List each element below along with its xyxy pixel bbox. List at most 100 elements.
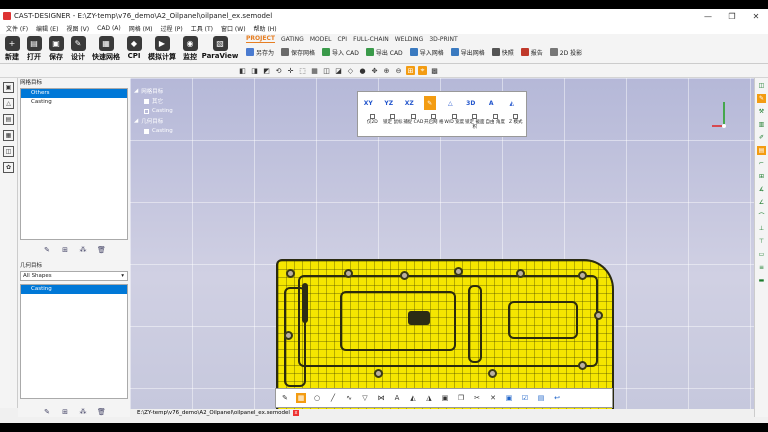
option-lock-section[interactable]: 锁定 截面积 [465, 114, 486, 130]
pan-icon[interactable]: ✥ [370, 66, 379, 75]
casting-model[interactable] [276, 259, 614, 409]
checkbox[interactable] [144, 128, 149, 134]
tab-project[interactable]: PROJECT [246, 35, 275, 43]
option-snap-cad[interactable]: 捕捉 CAD [403, 114, 424, 130]
option-free-angle[interactable]: 自由 角度 [485, 114, 506, 130]
trim-icon[interactable]: ✂ [472, 393, 482, 403]
pencil-icon[interactable]: ✎ [280, 393, 290, 403]
view-xz-button[interactable]: XZ [403, 96, 416, 110]
edit-shape-icon[interactable]: ✐ [757, 133, 766, 142]
view-yz-button[interactable]: YZ [383, 96, 396, 110]
close-file-button[interactable]: x [292, 410, 299, 416]
import-mesh-button[interactable]: 导入网格 [409, 48, 444, 57]
maximize-button[interactable]: ❐ [720, 12, 744, 21]
checkbox[interactable] [144, 98, 149, 104]
save-as-button[interactable]: 另存为 [246, 48, 274, 57]
checkbox[interactable] [431, 114, 437, 119]
check-icon[interactable]: ☑ [520, 393, 530, 403]
measure-icon[interactable]: △ [444, 96, 457, 110]
import-cad-button[interactable]: 导入 CAD [322, 48, 359, 57]
option-lock-mouse[interactable]: 锁定 鼠标 [383, 114, 404, 130]
add-icon[interactable]: ⊞ [61, 408, 69, 416]
merge-icon[interactable]: ⋈ [376, 393, 386, 403]
runner-icon[interactable]: ∡ [757, 185, 766, 194]
shape-icon[interactable]: ◮ [424, 393, 434, 403]
gate-icon[interactable]: ⊞ [757, 172, 766, 181]
design-button[interactable]: ✎ 设计 [68, 34, 88, 63]
view-cube-icon[interactable]: ◧ [238, 66, 247, 75]
option-mesh-on[interactable]: 开启网 格 [424, 114, 445, 130]
sketch-mode-icon[interactable]: ✎ [423, 96, 436, 110]
projection-2d-button[interactable]: 2D 投影 [549, 48, 582, 57]
delete-icon[interactable]: 🗑 [97, 408, 106, 416]
cross-icon[interactable]: ✕ [488, 393, 498, 403]
box-icon[interactable]: ▭ [757, 250, 766, 259]
snapshot-button[interactable]: 快照 [491, 48, 514, 57]
option-z-mode[interactable]: Z 模式 [506, 114, 527, 130]
menu-window[interactable]: 窗口 (W) [221, 24, 246, 33]
base-icon[interactable]: ▬ [757, 276, 766, 285]
tree-item[interactable]: Casting [134, 126, 173, 136]
active-tool-icon[interactable]: ▤ [757, 146, 766, 155]
option-wd-width[interactable]: W/D 宽度 [444, 114, 465, 130]
menu-help[interactable]: 帮助 (H) [254, 24, 277, 33]
view-3d-icon[interactable]: 3D [465, 96, 478, 110]
close-button[interactable]: ✕ [744, 12, 768, 21]
undo-icon[interactable]: ↩ [552, 393, 562, 403]
delete-icon[interactable]: 🗑 [97, 246, 106, 254]
layout-icon[interactable]: ◫ [3, 146, 14, 157]
edit-icon[interactable]: ✎ [43, 408, 51, 416]
riser-icon[interactable]: ∠ [757, 198, 766, 207]
cube-icon[interactable]: ◫ [757, 81, 766, 90]
save-button[interactable]: ▣ 保存 [46, 34, 66, 63]
export-mesh-button[interactable]: 导出网格 [450, 48, 485, 57]
select-icon[interactable]: ⌖ [418, 66, 427, 75]
palette-icon[interactable]: ▩ [430, 66, 439, 75]
report-button[interactable]: 报告 [520, 48, 543, 57]
tab-welding[interactable]: WELDING [395, 36, 424, 43]
minimize-button[interactable]: — [696, 12, 720, 21]
checkbox[interactable] [390, 114, 396, 119]
edit-icon[interactable]: ✎ [43, 246, 51, 254]
3d-viewport[interactable]: ◢ 网格目标 其它 Casting ◢ 几何目标 Casting XY YZ XZ … [130, 78, 754, 409]
checkbox[interactable] [410, 114, 416, 119]
view-top-icon[interactable]: ◩ [262, 66, 271, 75]
sketch-tool-icon[interactable]: ▦ [296, 393, 306, 403]
checkbox[interactable] [492, 114, 498, 119]
open-button[interactable]: ▤ 打开 [24, 34, 44, 63]
rotate-icon[interactable]: ⟲ [274, 66, 283, 75]
menu-process[interactable]: 过程 (P) [161, 24, 183, 33]
zoom-window-icon[interactable]: ⊞ [406, 66, 415, 75]
paste-icon[interactable]: ▤ [536, 393, 546, 403]
tab-gating[interactable]: GATING [281, 36, 304, 43]
checkbox[interactable] [472, 114, 478, 119]
list-item[interactable]: Others [21, 89, 127, 98]
menu-view[interactable]: 视图 (V) [66, 24, 89, 33]
cpi-button[interactable]: ◆ CPI [124, 34, 144, 63]
vent-icon[interactable]: ⊤ [757, 237, 766, 246]
tree-item[interactable]: Casting [134, 106, 173, 116]
view-front-icon[interactable]: ◨ [250, 66, 259, 75]
table-icon[interactable]: ▤ [3, 114, 14, 125]
tree-geometry-group[interactable]: ◢ 几何目标 [134, 116, 173, 126]
save-sketch-icon[interactable]: ▣ [504, 393, 514, 403]
simulate-button[interactable]: ▶ 模拟计算 [146, 34, 178, 63]
export-cad-button[interactable]: 导出 CAD [365, 48, 403, 57]
tool-icon[interactable]: ⚒ [757, 107, 766, 116]
stack-icon[interactable]: ≡ [757, 263, 766, 272]
paraview-button[interactable]: ▧ ParaView [202, 34, 238, 63]
circle-icon[interactable]: ○ [312, 393, 322, 403]
menu-mesh[interactable]: 网格 (M) [129, 24, 153, 33]
fit-icon[interactable]: ⬚ [298, 66, 307, 75]
layer-icon[interactable]: ▣ [440, 393, 450, 403]
checkbox[interactable] [513, 114, 519, 119]
shade-icon[interactable]: ◪ [334, 66, 343, 75]
geometry-icon[interactable]: △ [3, 98, 14, 109]
sprue-icon[interactable]: ⊥ [757, 224, 766, 233]
clip-icon[interactable]: ⌐ [757, 159, 766, 168]
section-icon[interactable]: ◫ [322, 66, 331, 75]
zoom-in-icon[interactable]: ⊕ [382, 66, 391, 75]
new-button[interactable]: + 新建 [2, 34, 22, 63]
zoom-out-icon[interactable]: ⊖ [394, 66, 403, 75]
checkbox[interactable] [451, 114, 457, 119]
